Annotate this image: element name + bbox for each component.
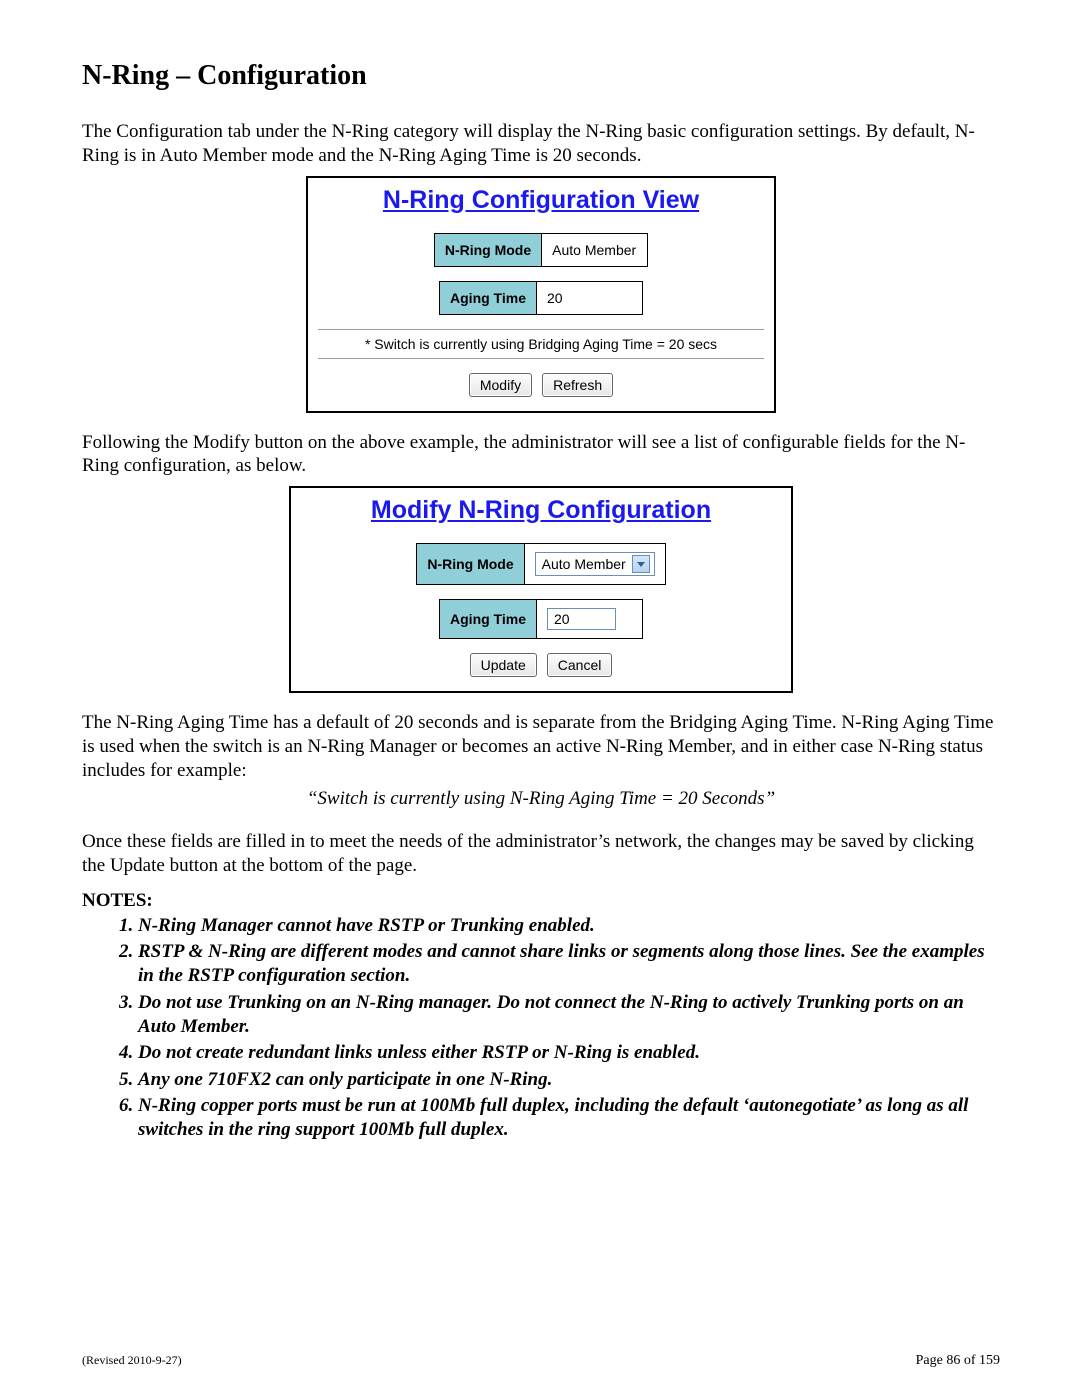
- cancel-button[interactable]: Cancel: [547, 653, 613, 677]
- update-explain-paragraph: Once these fields are filled in to meet …: [82, 830, 1000, 878]
- aging-time-label: Aging Time: [440, 281, 537, 314]
- nring-config-view-title: N-Ring Configuration View: [318, 186, 764, 215]
- page-title: N-Ring – Configuration: [82, 60, 1000, 92]
- modify-button[interactable]: Modify: [469, 373, 532, 397]
- modify-nring-config-panel: Modify N-Ring Configuration N-Ring Mode …: [289, 486, 793, 693]
- note-item: Any one 710FX2 can only participate in o…: [138, 1068, 1000, 1092]
- nring-mode-select[interactable]: Auto Member: [535, 552, 655, 576]
- modify-nring-mode-table: N-Ring Mode Auto Member: [416, 543, 665, 585]
- intro-paragraph: The Configuration tab under the N-Ring c…: [82, 120, 1000, 168]
- refresh-button[interactable]: Refresh: [542, 373, 613, 397]
- aging-time-table: Aging Time 20: [439, 281, 643, 315]
- notes-list: N-Ring Manager cannot have RSTP or Trunk…: [110, 914, 1000, 1143]
- nring-mode-label: N-Ring Mode: [434, 233, 541, 266]
- modify-aging-time-table: Aging Time 20: [439, 599, 643, 639]
- nring-config-view-panel: N-Ring Configuration View N-Ring Mode Au…: [306, 176, 776, 413]
- nring-mode-select-value: Auto Member: [542, 556, 626, 572]
- nring-mode-value: Auto Member: [542, 233, 648, 266]
- aging-time-quote: “Switch is currently using N-Ring Aging …: [82, 788, 1000, 810]
- page-number: Page 86 of 159: [916, 1353, 1000, 1369]
- note-item: N-Ring copper ports must be run at 100Mb…: [138, 1094, 1000, 1143]
- aging-time-value: 20: [536, 281, 642, 314]
- modify-nring-config-title: Modify N-Ring Configuration: [301, 496, 781, 525]
- note-item: Do not use Trunking on an N-Ring manager…: [138, 991, 1000, 1040]
- note-item: N-Ring Manager cannot have RSTP or Trunk…: [138, 914, 1000, 938]
- nring-mode-table: N-Ring Mode Auto Member: [434, 233, 648, 267]
- bridging-aging-status: * Switch is currently using Bridging Agi…: [318, 329, 764, 359]
- modify-nring-mode-label: N-Ring Mode: [417, 544, 524, 585]
- update-button[interactable]: Update: [470, 653, 537, 677]
- revised-date: (Revised 2010-9-27): [82, 1353, 182, 1369]
- modify-aging-time-label: Aging Time: [440, 600, 537, 639]
- aging-time-input[interactable]: 20: [547, 608, 616, 630]
- modify-intro-paragraph: Following the Modify button on the above…: [82, 431, 1000, 479]
- aging-time-explain-paragraph: The N-Ring Aging Time has a default of 2…: [82, 711, 1000, 782]
- note-item: RSTP & N-Ring are different modes and ca…: [138, 940, 1000, 989]
- notes-heading: NOTES:: [82, 890, 1000, 912]
- chevron-down-icon: [632, 555, 650, 573]
- note-item: Do not create redundant links unless eit…: [138, 1041, 1000, 1065]
